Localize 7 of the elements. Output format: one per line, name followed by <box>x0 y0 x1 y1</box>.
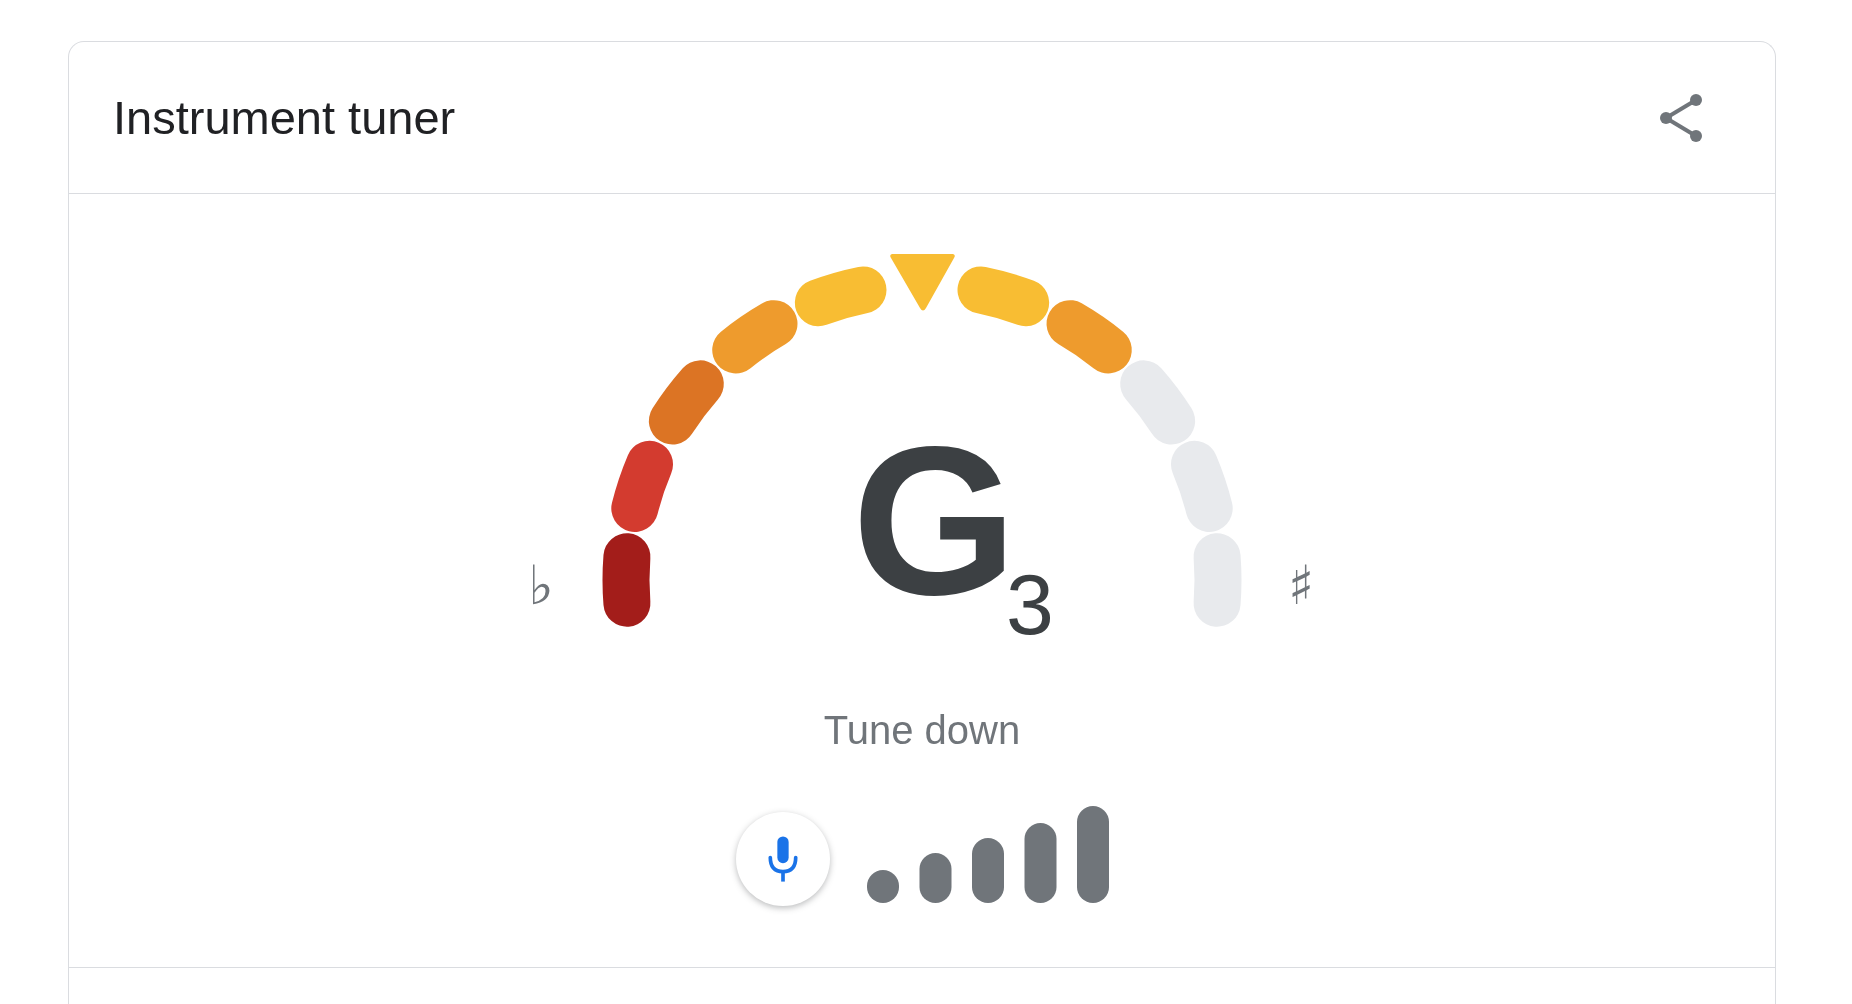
sharp-symbol: ♯ <box>1287 554 1315 617</box>
card-title: Instrument tuner <box>113 90 456 145</box>
microphone-button[interactable] <box>735 812 830 906</box>
input-level-bars-icon <box>866 806 1109 903</box>
flat-symbol: ♭ <box>528 554 554 617</box>
pointer-icon <box>890 254 955 311</box>
tuning-instruction: Tune down <box>823 707 1021 754</box>
